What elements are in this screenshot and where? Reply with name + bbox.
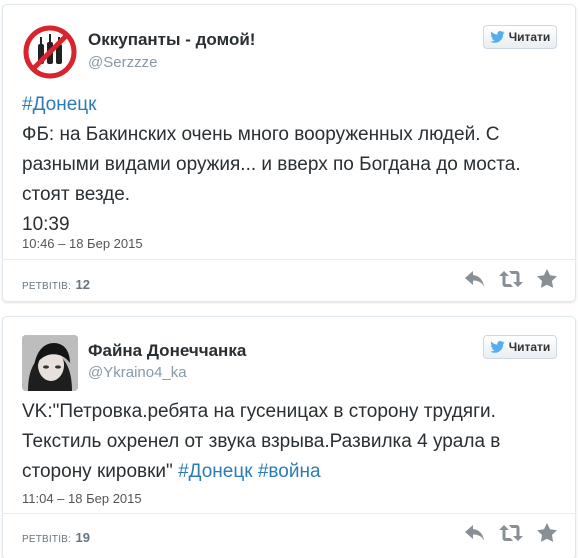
divider xyxy=(3,259,575,260)
hashtag-link[interactable]: #Донецк xyxy=(22,94,96,115)
user-handle[interactable]: @Serzzze xyxy=(88,54,157,71)
retweet-icon[interactable] xyxy=(499,270,523,287)
avatar[interactable] xyxy=(22,335,78,391)
tweet-timestamp[interactable]: 11:04 – 18 Бер 2015 xyxy=(22,491,142,506)
tweet-card: Оккупанты - домой! @Serzzze Читати #Доне… xyxy=(2,4,576,302)
retweet-count[interactable]: РЕТВІТІВ: 12 xyxy=(22,276,90,294)
divider xyxy=(3,513,575,514)
hashtag-link[interactable]: #Донецк xyxy=(178,461,252,482)
hashtag-link[interactable]: #война xyxy=(258,461,321,482)
tweet-card: Файна Донеччанка @Ykraino4_ka Читати VK:… xyxy=(2,316,576,558)
tweet-body: ФБ: на Бакинских очень много вооруженных… xyxy=(22,124,521,205)
tweet-actions xyxy=(465,269,557,288)
tweet-time-text: 10:39 xyxy=(22,214,70,235)
star-icon[interactable] xyxy=(537,523,557,542)
follow-button[interactable]: Читати xyxy=(483,335,557,359)
twitter-bird-icon xyxy=(489,31,505,43)
user-handle[interactable]: @Ykraino4_ka xyxy=(88,364,187,381)
star-icon[interactable] xyxy=(537,269,557,288)
retweet-count[interactable]: РЕТВІТІВ: 19 xyxy=(22,529,90,547)
retweets-number: 12 xyxy=(75,277,90,292)
profile-photo xyxy=(22,335,78,391)
reply-icon[interactable] xyxy=(465,524,485,541)
avatar[interactable] xyxy=(22,24,78,80)
follow-label: Читати xyxy=(508,30,551,44)
tweet-timestamp[interactable]: 10:46 – 18 Бер 2015 xyxy=(22,236,143,251)
retweets-number: 19 xyxy=(75,530,90,545)
no-bottles-logo xyxy=(22,24,78,80)
tweet-actions xyxy=(465,523,557,542)
retweets-label: РЕТВІТІВ: xyxy=(22,281,72,292)
tweet-text: #Донецк ФБ: на Бакинских очень много воо… xyxy=(22,90,545,240)
retweets-label: РЕТВІТІВ: xyxy=(22,534,72,545)
retweet-icon[interactable] xyxy=(499,524,523,541)
reply-icon[interactable] xyxy=(465,270,485,287)
tweet-text: VK:"Петровка.ребята на гусеницах в сторо… xyxy=(22,397,545,487)
user-name[interactable]: Оккупанты - домой! xyxy=(88,30,255,50)
user-name[interactable]: Файна Донеччанка xyxy=(88,341,246,361)
twitter-bird-icon xyxy=(489,341,505,353)
follow-button[interactable]: Читати xyxy=(483,25,557,49)
follow-label: Читати xyxy=(508,340,551,354)
